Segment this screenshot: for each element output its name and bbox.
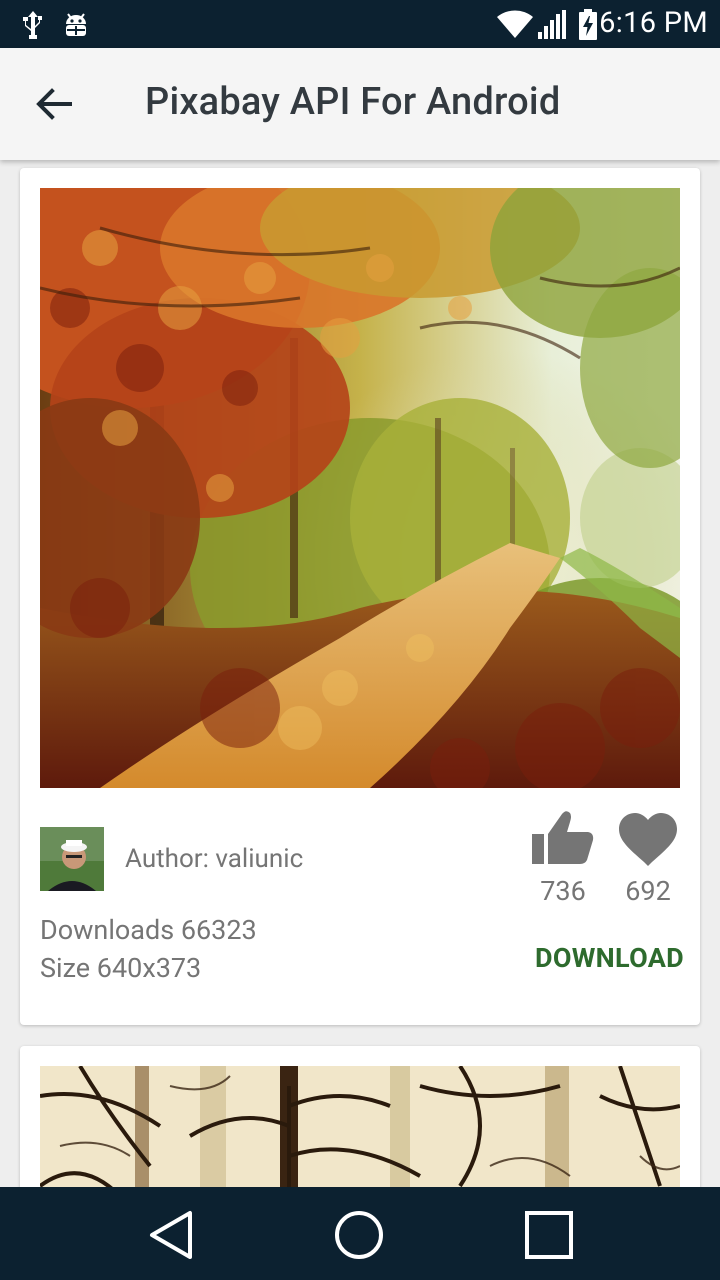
android-debug-icon bbox=[66, 13, 86, 36]
home-circle-icon[interactable] bbox=[329, 1205, 389, 1265]
author-label: Author: valiunic bbox=[125, 844, 304, 874]
navigation-bar bbox=[0, 1187, 720, 1280]
thumb-up-icon[interactable] bbox=[530, 808, 596, 868]
page-title: Pixabay API For Android bbox=[145, 80, 561, 124]
status-bar: 6:16 PM bbox=[0, 0, 720, 48]
screen: 6:16 PM Pixabay API For Android Author: … bbox=[0, 0, 720, 1280]
size-label: Size 640x373 bbox=[40, 952, 202, 984]
download-button[interactable]: DOWNLOAD bbox=[500, 930, 684, 986]
wifi-icon bbox=[497, 10, 533, 38]
recents-square-icon[interactable] bbox=[519, 1205, 579, 1265]
back-triangle-icon[interactable] bbox=[142, 1205, 202, 1265]
favorite-count: 692 bbox=[625, 875, 671, 907]
image-card[interactable]: Author: valiunic Downloads 66323 Size 64… bbox=[20, 168, 700, 1025]
battery-charging-icon bbox=[579, 9, 597, 40]
signal-icon bbox=[538, 10, 566, 39]
avatar[interactable] bbox=[40, 827, 104, 891]
app-bar: Pixabay API For Android bbox=[0, 48, 720, 160]
like-count: 736 bbox=[540, 875, 586, 907]
autumn-path-image[interactable] bbox=[40, 188, 680, 788]
status-time: 6:16 PM bbox=[599, 6, 708, 40]
downloads-label: Downloads 66323 bbox=[40, 914, 257, 946]
arrow-back-icon[interactable] bbox=[28, 82, 84, 126]
heart-icon[interactable] bbox=[618, 812, 678, 868]
usb-icon bbox=[23, 11, 42, 39]
